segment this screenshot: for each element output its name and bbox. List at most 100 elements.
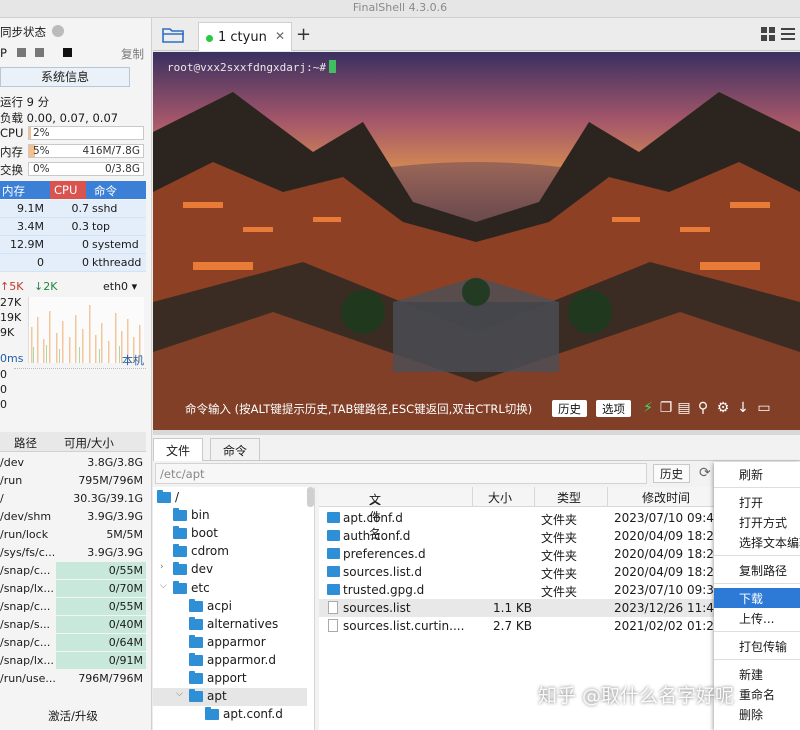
disk-path: /snap/lx... [0,582,54,595]
context-menu-item[interactable]: 刷新 [714,464,800,484]
path-history-button[interactable]: 历史 [653,464,690,483]
disk-row[interactable]: /snap/lx... 0/91M [0,652,146,670]
tab-commands[interactable]: 命令 [210,438,261,461]
process-table-header[interactable]: 内存 CPU 命令 [0,181,146,199]
process-row[interactable]: 9.1M 0.7 sshd [0,200,146,218]
file-name: preferences.d [343,547,426,561]
tree-node[interactable]: ⌵ apt [153,688,307,707]
activate-upgrade-link[interactable]: 激活/升级 [0,708,146,724]
column-divider[interactable] [472,487,473,507]
system-info-button[interactable]: 系统信息 [0,67,130,87]
session-tab[interactable]: 1 ctyun ✕ [198,22,292,51]
window-icon[interactable]: ▭ [757,400,771,416]
command-input-bar: 命令输入 (按ALT键提示历史,TAB键路径,ESC键返回,双击CTRL切换) … [153,396,800,422]
tree-node-label: apparmor.d [207,652,276,667]
user-icon[interactable] [52,25,64,37]
disk-row[interactable]: /dev/shm 3.9G/3.9G [0,508,146,526]
path-input[interactable] [155,463,647,484]
context-menu-item[interactable]: 下载 [714,588,800,608]
menu-icon[interactable] [781,27,795,41]
command-input-hint[interactable]: 命令输入 (按ALT键提示历史,TAB键路径,ESC键返回,双击CTRL切换) [185,401,532,417]
command-options-button[interactable]: 选项 [596,400,631,417]
process-mem: 9.1M [17,202,44,215]
disk-row[interactable]: / 30.3G/39.1G [0,490,146,508]
disk-row[interactable]: /snap/c... 0/55M [0,562,146,580]
folder-icon [327,512,340,523]
gear-icon[interactable]: ⚙ [716,400,730,416]
disk-row[interactable]: /snap/lx... 0/70M [0,580,146,598]
disk-table: /dev 3.8G/3.8G/run 795M/796M / 30.3G/39.1G/d… [0,454,146,688]
disk-row[interactable]: /snap/c... 0/55M [0,598,146,616]
terminal-cursor [328,60,336,73]
process-row[interactable]: 0 0 kthreadd [0,254,146,272]
process-cmd: top [92,220,111,233]
disk-path: /dev/shm [0,510,52,523]
column-type-header[interactable]: 类型 [557,489,581,506]
copy-ip-button[interactable]: 复制 [121,46,144,62]
disk-path: /snap/lx... [0,654,54,667]
swap-percent: 0% [33,163,50,175]
process-mem-header[interactable]: 内存 [2,183,25,199]
latency-value: 0 [0,398,7,411]
disk-size: 796M/796M [78,672,143,685]
latency-unit: 0ms [0,352,24,365]
disk-path: /run [0,474,23,487]
column-size-header[interactable]: 大小 [488,489,512,506]
directory-tree: / bin boot cdrom › dev ⌵ etc acpi alternatives app… [153,487,315,730]
file-mtime: 2021/02/02 01:2 [614,619,714,633]
context-menu-item[interactable]: 复制路径 [714,560,800,580]
disk-row[interactable]: /snap/c... 0/64M [0,634,146,652]
disk-row[interactable]: /sys/fs/c... 3.9G/3.9G [0,544,146,562]
grid-view-icon[interactable] [761,27,775,41]
disk-row[interactable]: /dev 3.8G/3.8G [0,454,146,472]
paste-icon[interactable]: ▤ [677,400,691,416]
connection-status-icon [206,35,213,42]
add-tab-button[interactable]: + [296,24,311,45]
chevron-right-icon[interactable]: › [160,562,164,572]
context-menu-item[interactable]: 打开方式 [714,512,800,532]
chevron-down-icon[interactable]: ⌵ [176,689,183,699]
process-row[interactable]: 3.4M 0.3 top [0,218,146,236]
process-row[interactable]: 12.9M 0 systemd [0,236,146,254]
tab-files[interactable]: 文件 [153,438,204,461]
close-icon[interactable]: ✕ [275,29,285,43]
process-cpu-header[interactable]: CPU [50,181,86,199]
tree-node-label: dev [191,562,214,577]
memory-bar: 5% 416M/7.8G [28,144,144,158]
chevron-down-icon[interactable]: ⌵ [160,581,167,591]
disk-path-header: 路径 [14,436,37,450]
terminal[interactable]: root@vxx2sxxfdngxdarj:~# 命令输入 (按ALT键提示历史… [153,52,800,430]
column-divider[interactable] [607,487,608,507]
tree-scrollbar[interactable] [307,487,314,507]
load-average: 负载 0.00, 0.07, 0.07 [0,108,151,126]
context-menu-item[interactable]: 选择文本编辑 [714,532,800,552]
column-divider[interactable] [534,487,535,507]
file-mtime: 2020/04/09 18:2 [614,547,714,561]
tree-node-label: alternatives [207,616,279,631]
latency-header: 0ms 本机 [0,351,146,367]
file-name: apt.conf.d [343,511,403,525]
memory-percent: 5% [33,145,50,157]
process-cmd-header[interactable]: 命令 [94,183,117,199]
disk-row[interactable]: /run 795M/796M [0,472,146,490]
copy-icon[interactable]: ❐ [659,400,673,416]
search-icon[interactable]: ⚲ [696,400,710,416]
refresh-icon[interactable]: ⟳ [699,464,715,482]
cpu-label: CPU [0,126,24,140]
latency-host[interactable]: 本机 [122,352,144,368]
disk-row[interactable]: /run/use... 796M/796M [0,670,146,688]
network-interface-select[interactable]: eth0 ▾ [103,280,137,293]
lightning-icon[interactable]: ⚡ [641,400,655,416]
command-history-button[interactable]: 历史 [552,400,587,417]
process-cpu: 0.7 [71,202,90,215]
download-arrow-icon[interactable]: ↓ [736,400,750,416]
context-menu-item[interactable]: 上传... [714,608,800,628]
disk-row[interactable]: /run/lock 5M/5M [0,526,146,544]
column-mtime-header[interactable]: 修改时间 [642,489,690,506]
folder-icon[interactable] [161,25,187,45]
context-menu-item[interactable]: 打开 [714,492,800,512]
context-menu-item[interactable]: 打包传输 [714,636,800,656]
upload-value: 5K [9,280,24,293]
disk-row[interactable]: /snap/s... 0/40M [0,616,146,634]
folder-icon [173,508,187,522]
